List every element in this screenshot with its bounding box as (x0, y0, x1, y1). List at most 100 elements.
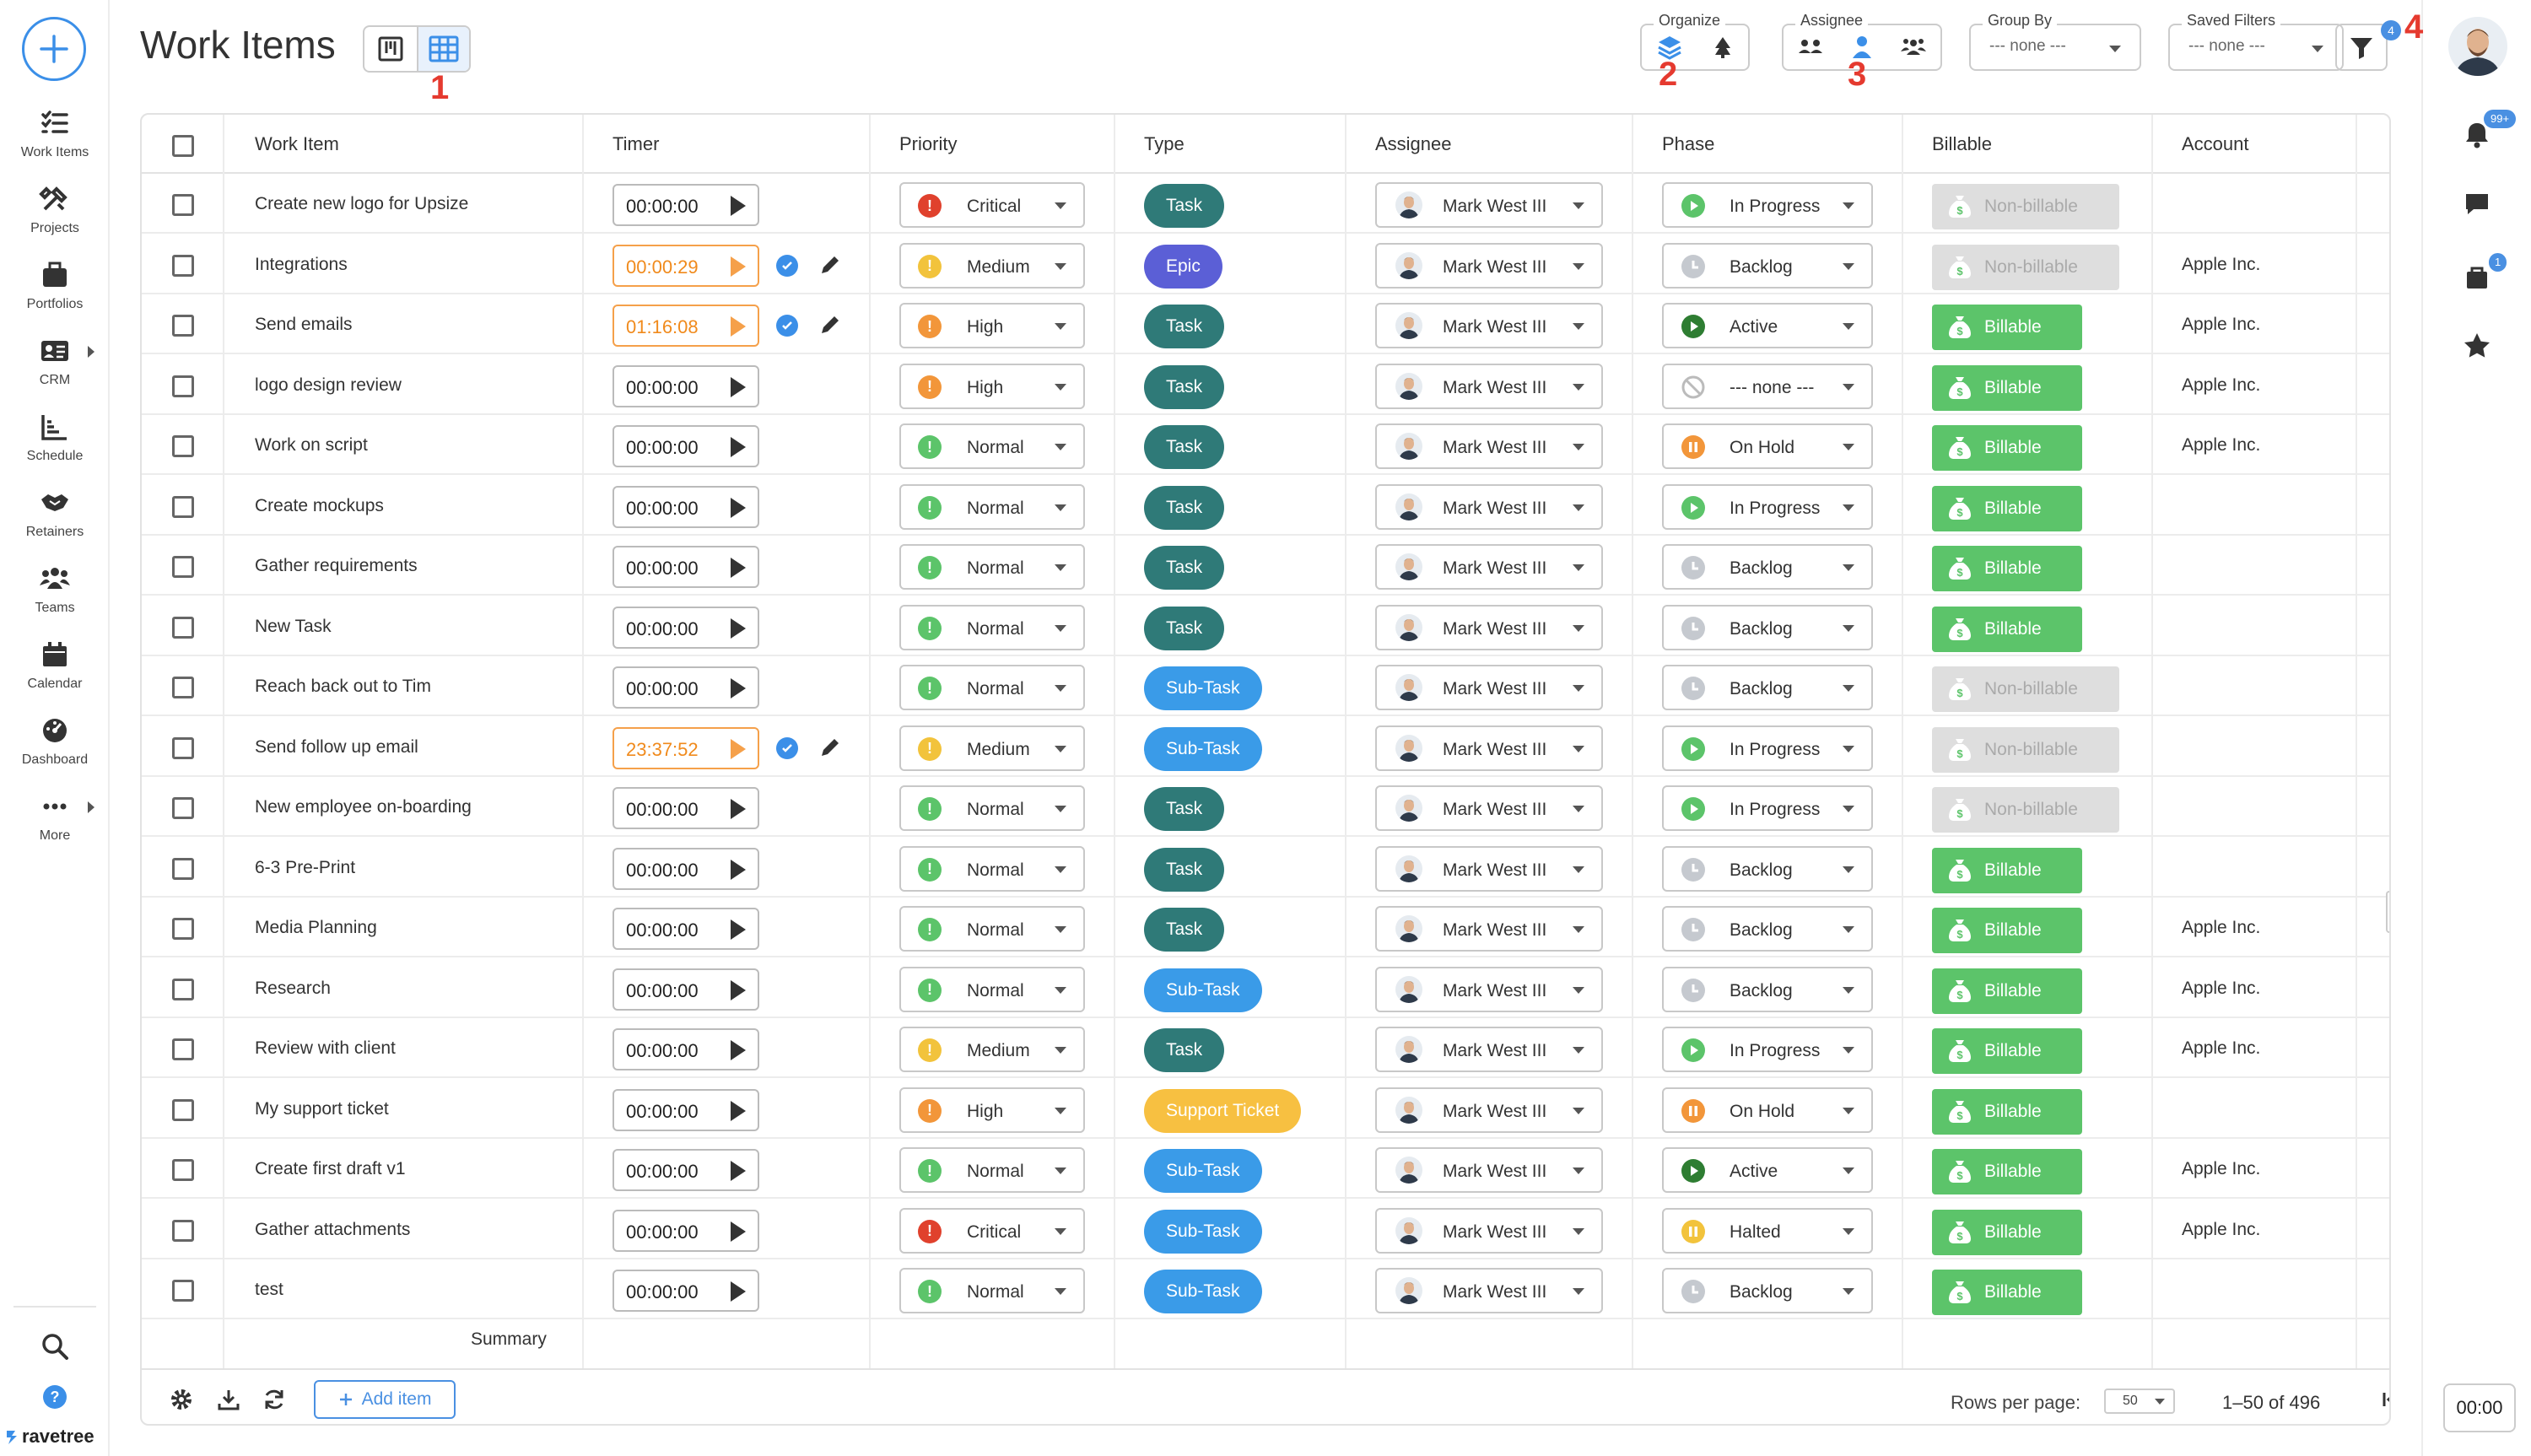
type-badge[interactable]: Sub-Task (1144, 968, 1262, 1012)
type-badge[interactable]: Support Ticket (1144, 1088, 1302, 1133)
play-icon[interactable] (731, 558, 746, 578)
timer-control[interactable]: 00:00:00 (613, 1088, 759, 1131)
phase-select[interactable]: On Hold (1662, 1087, 1873, 1133)
row-checkbox[interactable] (172, 918, 194, 940)
nav-item-calendar[interactable]: Calendar (0, 638, 110, 692)
timer-control[interactable]: 00:00:00 (613, 546, 759, 588)
priority-select[interactable]: ! Normal (899, 906, 1085, 952)
search-button[interactable] (0, 1329, 110, 1363)
priority-select[interactable]: ! High (899, 1087, 1085, 1133)
play-icon[interactable] (731, 919, 746, 940)
timer-control[interactable]: 00:00:00 (613, 847, 759, 890)
play-icon[interactable] (731, 1100, 746, 1121)
table-row[interactable]: Send emails 01:16:08! High Task Mark West II… (142, 294, 2389, 354)
nav-item-projects[interactable]: Projects (0, 182, 110, 236)
row-checkbox[interactable] (172, 797, 194, 819)
phase-select[interactable]: Halted (1662, 1207, 1873, 1254)
priority-select[interactable]: ! Normal (899, 604, 1085, 650)
priority-select[interactable]: ! Normal (899, 785, 1085, 831)
star-icon[interactable] (2460, 329, 2494, 363)
table-row[interactable]: Create mockups 00:00:00! Normal Task Mark We… (142, 476, 2389, 536)
phase-select[interactable]: Backlog (1662, 242, 1873, 289)
assignee-select[interactable]: Mark West III (1375, 604, 1603, 650)
chat-icon[interactable] (2460, 187, 2494, 221)
play-icon[interactable] (731, 799, 746, 819)
phase-select[interactable]: --- none --- (1662, 363, 1873, 409)
type-badge[interactable]: Sub-Task (1144, 666, 1262, 710)
global-timer[interactable]: 00:00 (2443, 1383, 2516, 1432)
nav-item-more[interactable]: More (0, 790, 110, 844)
assignee-select[interactable]: Mark West III (1375, 906, 1603, 952)
tree-icon[interactable] (1710, 35, 1735, 60)
timer-control[interactable]: 00:00:00 (613, 666, 759, 709)
work-item-name[interactable]: New Task (255, 617, 332, 637)
work-item-name[interactable]: Reach back out to Tim (255, 677, 431, 697)
timer-control[interactable]: 00:00:00 (613, 1028, 759, 1070)
billable-toggle[interactable]: $ Billable (1932, 1209, 2082, 1255)
type-badge[interactable]: Task (1144, 364, 1225, 409)
play-icon[interactable] (731, 316, 746, 337)
priority-select[interactable]: ! Normal (899, 665, 1085, 710)
type-badge[interactable]: Sub-Task (1144, 1149, 1262, 1193)
phase-select[interactable]: Backlog (1662, 906, 1873, 952)
check-circle-icon[interactable] (776, 736, 798, 759)
table-row[interactable]: New employee on-boarding 00:00:00! Normal T… (142, 777, 2389, 837)
work-item-name[interactable]: Send follow up email (255, 737, 418, 758)
phase-select[interactable]: Backlog (1662, 665, 1873, 710)
nav-item-retainers[interactable]: Retainers (0, 486, 110, 540)
priority-select[interactable]: ! High (899, 303, 1085, 348)
team-icon[interactable] (1899, 35, 1928, 60)
type-badge[interactable]: Sub-Task (1144, 726, 1262, 771)
phase-select[interactable]: In Progress (1662, 483, 1873, 530)
billable-toggle[interactable]: $ Billable (1932, 847, 2082, 893)
work-item-name[interactable]: Review with client (255, 1038, 396, 1059)
work-item-name[interactable]: logo design review (255, 375, 402, 396)
work-item-name[interactable]: Create mockups (255, 496, 384, 516)
pencil-icon[interactable] (817, 734, 844, 761)
timer-control[interactable]: 00:00:00 (613, 787, 759, 829)
table-row[interactable]: Send follow up email 23:37:52! Medium Sub-T… (142, 717, 2389, 777)
select-all-checkbox[interactable] (172, 135, 194, 157)
phase-select[interactable]: Backlog (1662, 845, 1873, 892)
type-badge[interactable]: Task (1144, 847, 1225, 892)
billable-toggle[interactable]: $ Billable (1932, 425, 2082, 471)
timer-control[interactable]: 00:00:00 (613, 184, 759, 226)
phase-select[interactable]: Backlog (1662, 544, 1873, 590)
table-row[interactable]: My support ticket 00:00:00! High Support Ti… (142, 1079, 2389, 1139)
phase-select[interactable]: Active (1662, 303, 1873, 348)
assignee-select[interactable]: Mark West III (1375, 242, 1603, 289)
rows-per-page-select[interactable]: 50 (2104, 1389, 2175, 1414)
check-circle-icon[interactable] (776, 315, 798, 337)
calendar-tray-icon[interactable] (2460, 262, 2494, 295)
priority-select[interactable]: ! Medium (899, 1027, 1085, 1072)
phase-select[interactable]: In Progress (1662, 785, 1873, 831)
billable-toggle[interactable]: $ Billable (1932, 305, 2082, 350)
billable-toggle[interactable]: $ Billable (1932, 546, 2082, 591)
timer-control[interactable]: 00:00:00 (613, 485, 759, 528)
work-item-name[interactable]: Create new logo for Upsize (255, 194, 468, 214)
play-icon[interactable] (731, 1281, 746, 1302)
timer-control[interactable]: 00:00:00 (613, 968, 759, 1011)
priority-select[interactable]: ! Medium (899, 242, 1085, 289)
nav-item-schedule[interactable]: Schedule (0, 410, 110, 464)
type-badge[interactable]: Epic (1144, 244, 1222, 289)
priority-select[interactable]: ! Critical (899, 1207, 1085, 1254)
phase-select[interactable]: On Hold (1662, 423, 1873, 469)
timer-control[interactable]: 00:00:00 (613, 425, 759, 467)
table-row[interactable]: logo design review 00:00:00! High Task Mark … (142, 355, 2389, 415)
phase-select[interactable]: Active (1662, 1147, 1873, 1193)
row-checkbox[interactable] (172, 1159, 194, 1181)
play-icon[interactable] (731, 738, 746, 759)
timer-control[interactable]: 00:00:00 (613, 1149, 759, 1191)
billable-toggle[interactable]: $ Billable (1932, 908, 2082, 953)
type-badge[interactable]: Task (1144, 305, 1225, 348)
work-item-name[interactable]: Work on script (255, 435, 368, 456)
timer-control[interactable]: 00:00:00 (613, 1209, 759, 1252)
billable-toggle[interactable]: $ Billable (1932, 1149, 2082, 1194)
type-badge[interactable]: Task (1144, 908, 1225, 952)
pencil-icon[interactable] (817, 311, 844, 338)
billable-toggle[interactable]: $ Billable (1932, 1088, 2082, 1135)
assignee-select[interactable]: Mark West III (1375, 363, 1603, 409)
play-icon[interactable] (731, 859, 746, 880)
billable-toggle[interactable]: $ Billable (1932, 1270, 2082, 1315)
